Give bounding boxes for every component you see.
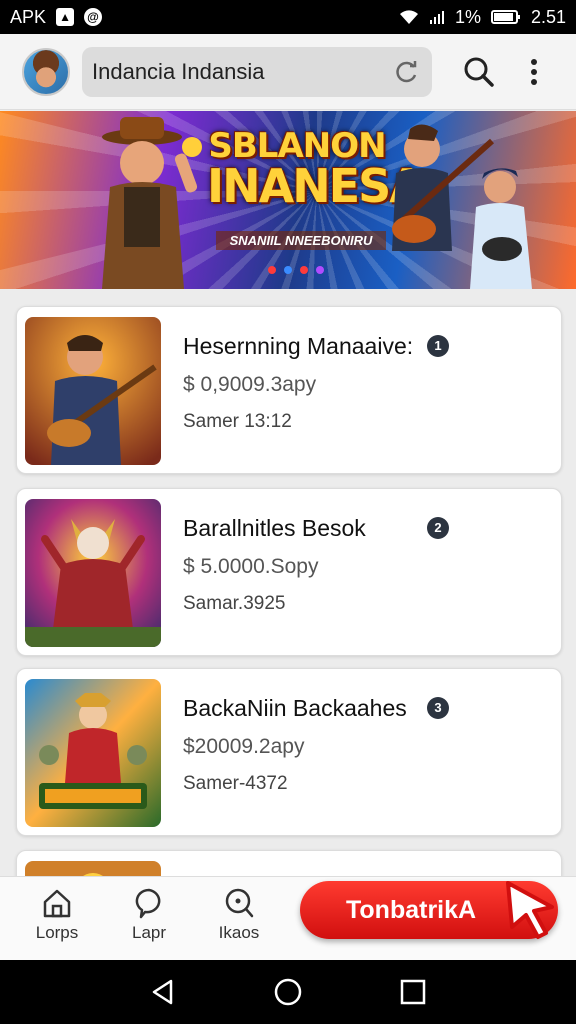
cta-label: TonbatrikA [346, 895, 477, 924]
item-rank-badge: 3 [427, 697, 449, 719]
nav-item-search[interactable]: Ikaos [204, 887, 274, 943]
item-subtitle: Samar.3925 [183, 593, 286, 614]
banner-hero-character [102, 117, 202, 289]
search-input[interactable]: Indancia Indansia [82, 46, 432, 97]
banner-pagination [268, 266, 324, 274]
back-icon[interactable] [148, 977, 178, 1007]
image-notification-icon: ▲ [56, 8, 75, 26]
list-item[interactable]: BackaNiin Backaahes 3 $20009.2apy Samer-… [16, 668, 562, 836]
item-price: $ 0,9009.3apy [183, 373, 317, 396]
nav-label: Lapr [131, 923, 167, 942]
nav-label: Lorps [35, 923, 79, 942]
status-left: APK ▲ @ [10, 6, 103, 28]
item-rank-badge: 2 [427, 517, 449, 539]
more-options-icon[interactable] [522, 55, 546, 89]
search-icon[interactable] [462, 55, 496, 89]
banner-title: SBLANON INANESA [207, 126, 425, 213]
at-notification-icon: @ [84, 8, 103, 26]
chat-icon [135, 888, 161, 919]
pagination-dot[interactable] [316, 266, 324, 274]
clock: 2.51 [530, 6, 566, 27]
signal-icon [429, 9, 445, 25]
nav-item-home[interactable]: Lorps [22, 887, 92, 943]
pagination-dot[interactable] [300, 266, 308, 274]
status-app-label: APK [10, 6, 47, 27]
pagination-dot[interactable] [268, 266, 276, 274]
search-icon [225, 888, 254, 918]
banner-subtitle: SNANIIL NNEEBONIRU [216, 231, 386, 250]
bottom-nav: Lorps Lapr Ikaos TonbatrikA [0, 876, 576, 960]
system-nav-bar [0, 960, 576, 1024]
item-subtitle: Samer-4372 [183, 773, 288, 794]
promo-banner[interactable]: SBLANON INANESA SNANIIL NNEEBONIRU [0, 111, 576, 289]
item-subtitle: Samer 13:12 [183, 411, 292, 432]
banner-title-line1: SBLANON [208, 126, 386, 166]
pointer-cursor-icon [506, 881, 554, 939]
refresh-icon[interactable] [394, 59, 420, 85]
item-thumbnail [25, 317, 161, 465]
item-title: BackaNiin Backaahes [183, 695, 407, 721]
item-title: Barallnitles Besok [183, 515, 366, 541]
battery-icon [490, 9, 521, 25]
app-header: Indancia Indansia [0, 34, 576, 110]
home-icon [43, 889, 71, 918]
avatar[interactable] [22, 47, 70, 96]
item-price: $ 5.0000.Sopy [183, 555, 319, 578]
list-item[interactable]: Barallnitles Besok 2 $ 5.0000.Sopy Samar… [16, 488, 562, 656]
search-input-value[interactable]: Indancia Indansia [92, 59, 394, 85]
item-price: $20009.2apy [183, 735, 305, 758]
pagination-dot[interactable] [284, 266, 292, 274]
list-item[interactable]: Hesernning Manaaive: 1 $ 0,9009.3apy Sam… [16, 306, 562, 474]
item-rank-badge: 1 [427, 335, 449, 357]
nav-label: Ikaos [218, 923, 260, 942]
banner-guitarists [392, 124, 532, 289]
banner-title-line2: INANESA [207, 159, 425, 213]
item-thumbnail [25, 499, 161, 647]
status-right: 1% 2.51 [399, 7, 566, 28]
battery-percent: 1% [454, 6, 481, 27]
item-title: Hesernning Manaaive: [183, 333, 414, 359]
item-thumbnail [25, 679, 161, 827]
status-bar: APK ▲ @ 1% 2.51 [0, 0, 576, 34]
home-button-icon[interactable] [273, 977, 303, 1007]
recents-icon[interactable] [398, 977, 428, 1007]
nav-item-chat[interactable]: Lapr [114, 887, 184, 943]
wifi-icon [399, 9, 419, 25]
